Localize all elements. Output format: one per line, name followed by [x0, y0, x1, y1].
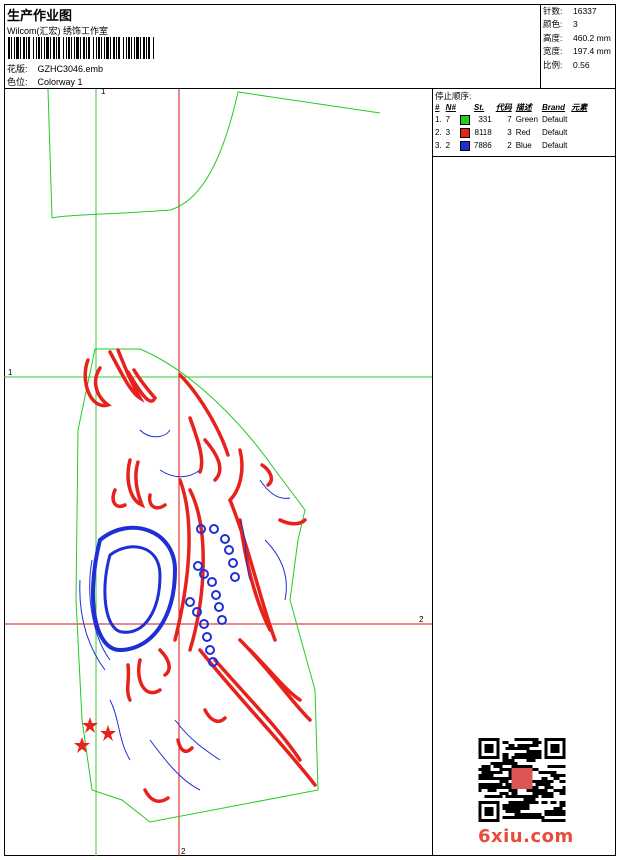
- bead-mark: [193, 561, 203, 571]
- watermark-text: 6xiu.com: [478, 826, 574, 847]
- bead-mark: [209, 524, 219, 534]
- bead-mark: [207, 577, 217, 587]
- bead-mark: [205, 645, 215, 655]
- garment-outline: [47, 88, 381, 823]
- qr-code: [478, 738, 566, 822]
- bead-mark: [228, 558, 238, 568]
- star-icon: [74, 737, 90, 753]
- bead-mark: [211, 590, 221, 600]
- star-icon: [100, 725, 116, 741]
- guide-label: 2: [419, 615, 424, 624]
- bead-mark: [217, 615, 227, 625]
- red-stars: [74, 717, 116, 753]
- bead-mark: [220, 534, 230, 544]
- guide-label: 2: [181, 847, 186, 856]
- bead-mark: [185, 597, 195, 607]
- guide-label: 1: [101, 87, 106, 96]
- blue-beads: [185, 524, 240, 667]
- design-canvas: [4, 88, 432, 856]
- seal-stamp: [511, 768, 533, 789]
- bead-mark: [230, 572, 240, 582]
- bead-mark: [202, 632, 212, 642]
- guide-label: 1: [8, 368, 13, 377]
- bead-mark: [224, 545, 234, 555]
- bead-mark: [214, 602, 224, 612]
